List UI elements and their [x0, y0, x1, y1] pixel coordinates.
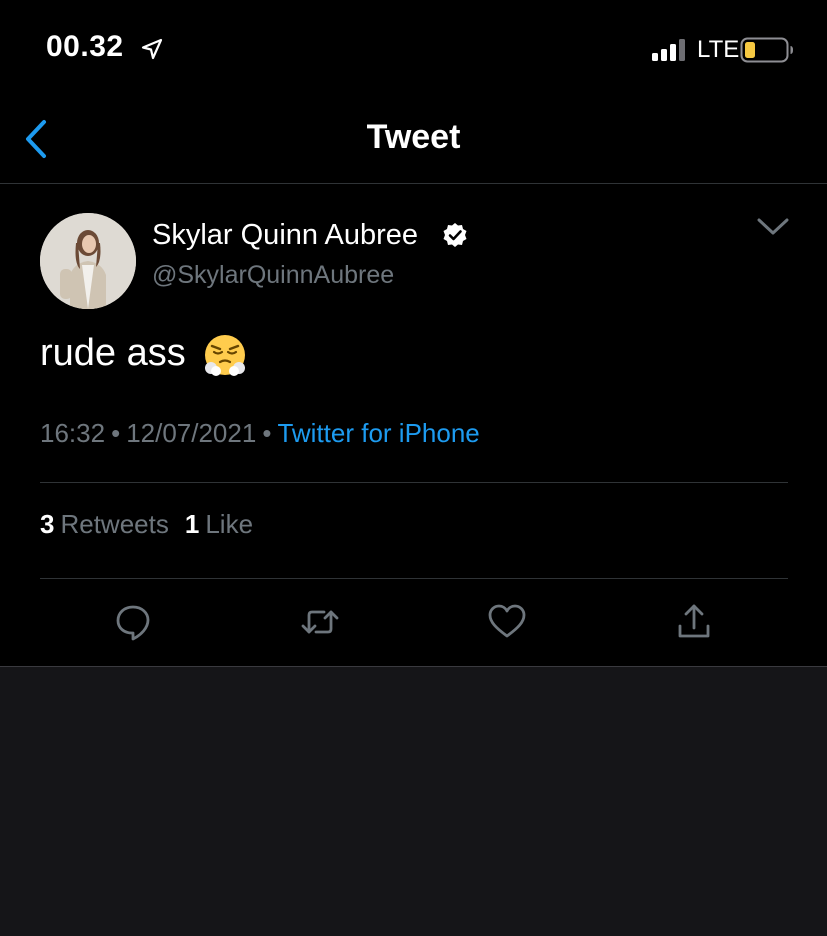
likes-stat[interactable]: 1 Like [185, 509, 253, 539]
network-label: LTE [697, 36, 740, 63]
retweet-icon[interactable] [300, 602, 340, 642]
tweet-date: 12/07/2021 [126, 418, 257, 448]
verified-badge-icon [443, 223, 467, 247]
tweet: Skylar Quinn Aubree @SkylarQuinnAubree r… [0, 184, 827, 666]
tweet-source-link[interactable]: Twitter for iPhone [277, 418, 479, 448]
signal-bars-icon [652, 39, 685, 61]
avatar-image [40, 213, 136, 309]
tweet-meta: 16:32 • 12/07/2021 • Twitter for iPhone [40, 418, 480, 449]
meta-separator: • [262, 418, 272, 448]
tweet-detail-screen: 00.32 LTE Tweet Skylar Quinn Aubree @Sky… [0, 0, 827, 936]
battery-low-icon [740, 37, 793, 63]
likes-count: 1 [184, 509, 200, 539]
divider [40, 482, 788, 483]
status-time: 00.32 [46, 30, 124, 63]
retweets-count: 3 [40, 509, 55, 539]
divider [40, 578, 788, 579]
likes-label: Like [205, 509, 254, 539]
page-title: Tweet [366, 118, 461, 156]
tweet-text: rude ass [40, 332, 186, 374]
status-bar: 00.32 LTE [0, 0, 827, 100]
chevron-down-icon[interactable] [756, 216, 790, 238]
retweets-stat[interactable]: 3 Retweets [40, 509, 169, 539]
nav-bar: Tweet [0, 100, 827, 184]
face-with-steam-emoji-icon [205, 335, 245, 376]
location-arrow-icon [141, 38, 163, 60]
user-handle[interactable]: @SkylarQuinnAubree [152, 261, 394, 290]
meta-separator: • [111, 418, 121, 448]
retweets-label: Retweets [60, 509, 169, 539]
tweet-time: 16:32 [40, 418, 106, 448]
empty-area [0, 666, 827, 936]
display-name[interactable]: Skylar Quinn Aubree [152, 219, 418, 252]
avatar[interactable] [40, 213, 136, 309]
share-icon[interactable] [674, 602, 714, 642]
reply-icon[interactable] [113, 602, 153, 642]
tweet-stats: 3 Retweets 1 Like [40, 509, 253, 540]
like-icon[interactable] [487, 602, 527, 642]
